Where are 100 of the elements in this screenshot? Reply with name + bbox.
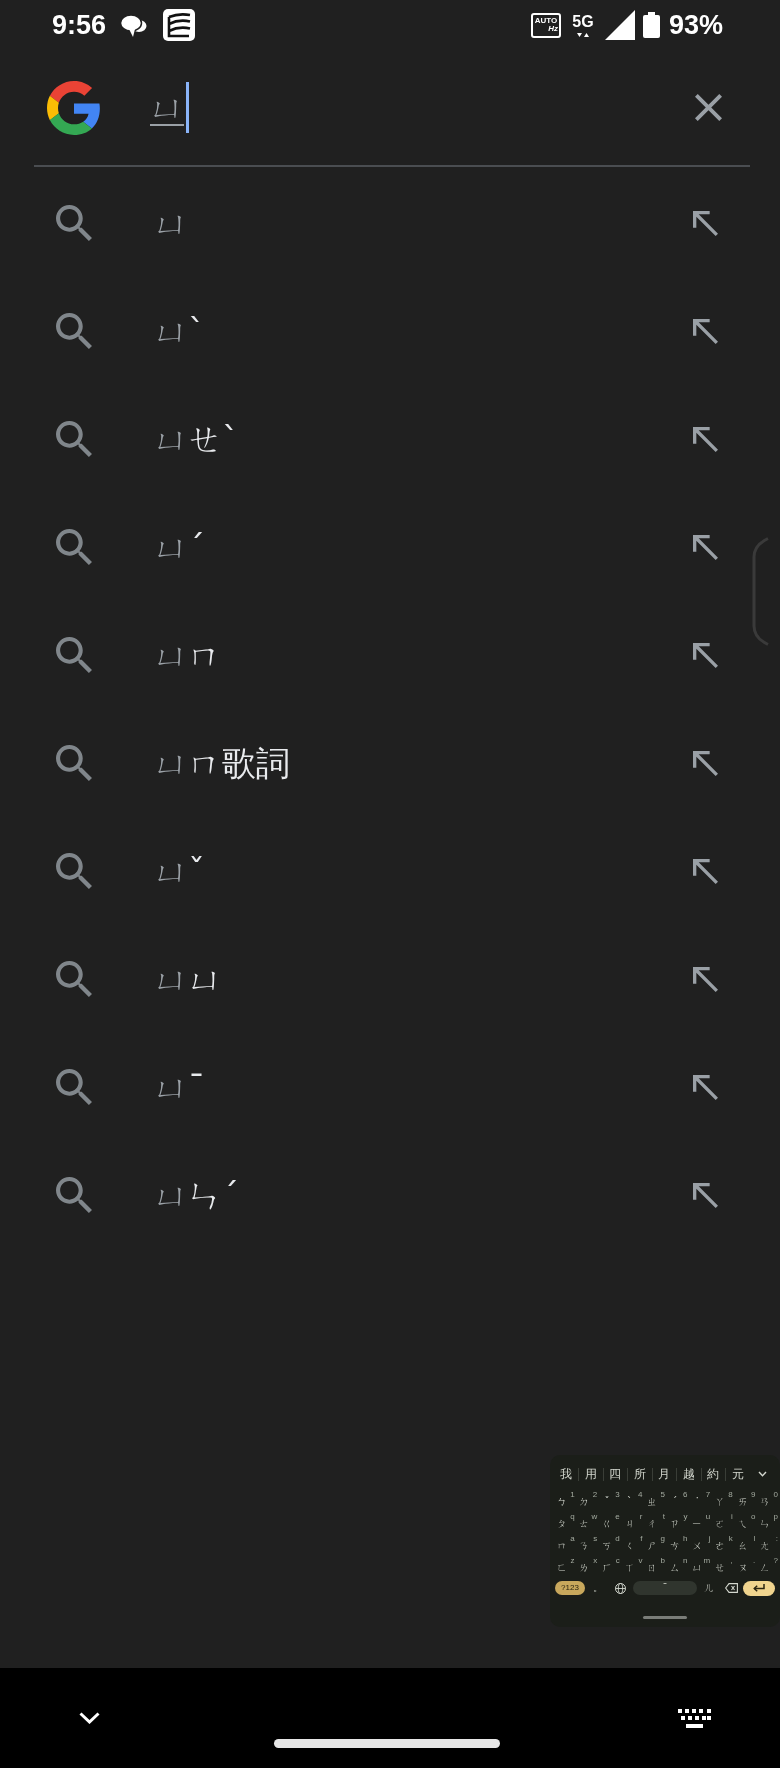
search-icon [56, 961, 92, 997]
keyboard-key[interactable]: ㄘ h [664, 1535, 688, 1557]
keyboard-key[interactable]: ㄎ d [597, 1535, 620, 1557]
search-icon [56, 313, 92, 349]
keyboard-key[interactable]: ㄜ k [710, 1535, 733, 1557]
keyboard-key[interactable]: ㄆ q [552, 1513, 575, 1535]
network-type: 5G [572, 13, 594, 30]
arrow-up-left-icon[interactable] [693, 642, 718, 668]
globe-icon[interactable] [615, 1582, 626, 1594]
keyboard-key[interactable]: ㄧ u [687, 1513, 711, 1535]
candidate-word[interactable]: 用 [578, 1462, 603, 1486]
search-icon [56, 529, 92, 565]
suggestion-text[interactable]: ㄩ ㄣˊ [154, 1173, 239, 1217]
suggestion-text[interactable]: ㄩ [154, 201, 188, 245]
refresh-rate-badge: AUTO Hz [530, 12, 561, 38]
arrow-up-left-icon[interactable] [693, 1074, 718, 1100]
arrow-up-left-icon[interactable] [693, 534, 718, 560]
edge-panel-handle[interactable] [751, 537, 769, 646]
keyboard-key[interactable]: ㄠ l [732, 1535, 756, 1557]
keyboard-key[interactable]: ㄒ v [619, 1557, 643, 1579]
keyboard-key[interactable]: ㄨ j [687, 1535, 711, 1557]
candidate-word[interactable]: 越 [676, 1462, 701, 1486]
drag-handle[interactable] [643, 1616, 687, 1619]
keyboard-key[interactable]: ˇ 3 [597, 1491, 620, 1513]
search-icon [56, 205, 92, 241]
keyboard-key[interactable]: ㄊ w [574, 1513, 598, 1535]
keyboard-key[interactable]: ㄇ a [552, 1535, 575, 1557]
keyboard-key[interactable]: ㄏ c [597, 1557, 620, 1579]
keyboard-key[interactable]: ㄈ z [552, 1557, 575, 1579]
suggestion-text[interactable]: ㄩ ˊ [154, 525, 205, 569]
keyboard-key[interactable]: ㄍ e [597, 1513, 620, 1535]
suggestion-text[interactable]: ㄩ ㄇ [154, 633, 222, 677]
suggestion-text[interactable]: ㄩ ㄩ [154, 957, 222, 1001]
app-icon [163, 9, 196, 41]
space-key[interactable]: ˉ [633, 1581, 697, 1595]
candidate-word[interactable]: 月 [652, 1462, 677, 1486]
keyboard-icon[interactable] [678, 1709, 711, 1728]
return-icon [753, 1584, 765, 1592]
keyboard-key[interactable]: ㄦ [701, 1580, 717, 1596]
search-icon [56, 1069, 92, 1105]
arrow-up-left-icon[interactable] [693, 1182, 718, 1208]
keyboard-key[interactable]: ˙ 7 [687, 1491, 711, 1513]
arrow-up-left-icon[interactable] [693, 210, 718, 236]
keyboard-key[interactable]: ㄑ f [619, 1535, 643, 1557]
clock-time: 9:56 [52, 9, 107, 41]
suggestion-text[interactable]: ㄩ ˋ [154, 309, 205, 353]
g-logo-icon [47, 80, 101, 135]
arrow-up-left-icon[interactable] [693, 750, 718, 776]
keyboard-key[interactable]: 。 [591, 1580, 605, 1596]
keyboard-key[interactable]: ㄢ 0 [755, 1491, 778, 1513]
suggestion-text[interactable]: ㄩ ˉ [154, 1065, 205, 1109]
backspace-icon[interactable] [725, 1583, 738, 1593]
signal-icon [604, 10, 635, 40]
keyboard-key[interactable]: ㄛ i [710, 1513, 733, 1535]
candidate-word[interactable]: 所 [627, 1462, 652, 1486]
battery-percent: 93% [668, 9, 723, 41]
battery-icon [642, 12, 660, 38]
candidate-word[interactable]: 元 [725, 1462, 750, 1486]
keyboard-key[interactable]: ㄥ ? [755, 1557, 778, 1579]
keyboard-key[interactable]: ㄙ n [664, 1557, 688, 1579]
keyboard-key[interactable]: ㄝ , [710, 1557, 733, 1579]
keyboard-key[interactable]: ㄣ p [755, 1513, 778, 1535]
keyboard-key[interactable]: ˊ 6 [664, 1491, 688, 1513]
search-icon [56, 745, 92, 781]
search-icon [56, 637, 92, 673]
search-icon [56, 421, 92, 457]
search-icon [56, 1177, 92, 1213]
arrow-up-left-icon[interactable] [693, 426, 718, 452]
keyboard-key[interactable]: ㄔ t [642, 1513, 665, 1535]
keyboard-key[interactable]: ㄐ r [619, 1513, 643, 1535]
keyboard-key[interactable]: ㄉ 2 [574, 1491, 598, 1513]
search-icon [56, 853, 92, 889]
keyboard-key[interactable]: ㄓ 5 [642, 1491, 665, 1513]
keyboard-key[interactable]: ㄕ g [642, 1535, 665, 1557]
keyboard-key[interactable]: ㄅ 1 [552, 1491, 575, 1513]
chevron-down-icon[interactable] [758, 1471, 767, 1477]
candidate-word[interactable]: 四 [603, 1462, 628, 1486]
arrow-up-left-icon[interactable] [693, 858, 718, 884]
arrow-up-left-icon[interactable] [693, 318, 718, 344]
keyboard-key[interactable]: ˋ 4 [619, 1491, 643, 1513]
keyboard-key[interactable]: ㄤ : [755, 1535, 778, 1557]
candidate-word[interactable]: 約 [701, 1462, 726, 1486]
suggestion-text[interactable]: ㄩ ㄇ歌詞 [154, 741, 290, 785]
keyboard-key[interactable]: ㄖ b [642, 1557, 665, 1579]
enter-key[interactable] [743, 1580, 775, 1596]
text-cursor [186, 82, 189, 133]
keyboard-key[interactable]: ㄌ x [574, 1557, 598, 1579]
data-activity-icon [576, 32, 589, 37]
keyboard-key[interactable]: ㄞ 9 [732, 1491, 756, 1513]
keyboard-key[interactable]: ㄡ . [732, 1557, 756, 1579]
keyboard-key[interactable]: ㄚ 8 [710, 1491, 733, 1513]
chat-bubbles-icon [120, 13, 148, 37]
keyboard-key[interactable]: ㄋ s [574, 1535, 598, 1557]
suggestion-text[interactable]: ㄩ ˇ [154, 849, 205, 893]
symbols-key[interactable]: ?123 [555, 1581, 585, 1595]
search-field[interactable]: ㄩ [150, 79, 695, 136]
close-icon[interactable] [695, 94, 722, 121]
candidate-word[interactable]: 我 [554, 1462, 579, 1486]
suggestion-text[interactable]: ㄩ ㄝˋ [154, 417, 239, 461]
arrow-up-left-icon[interactable] [693, 966, 718, 992]
